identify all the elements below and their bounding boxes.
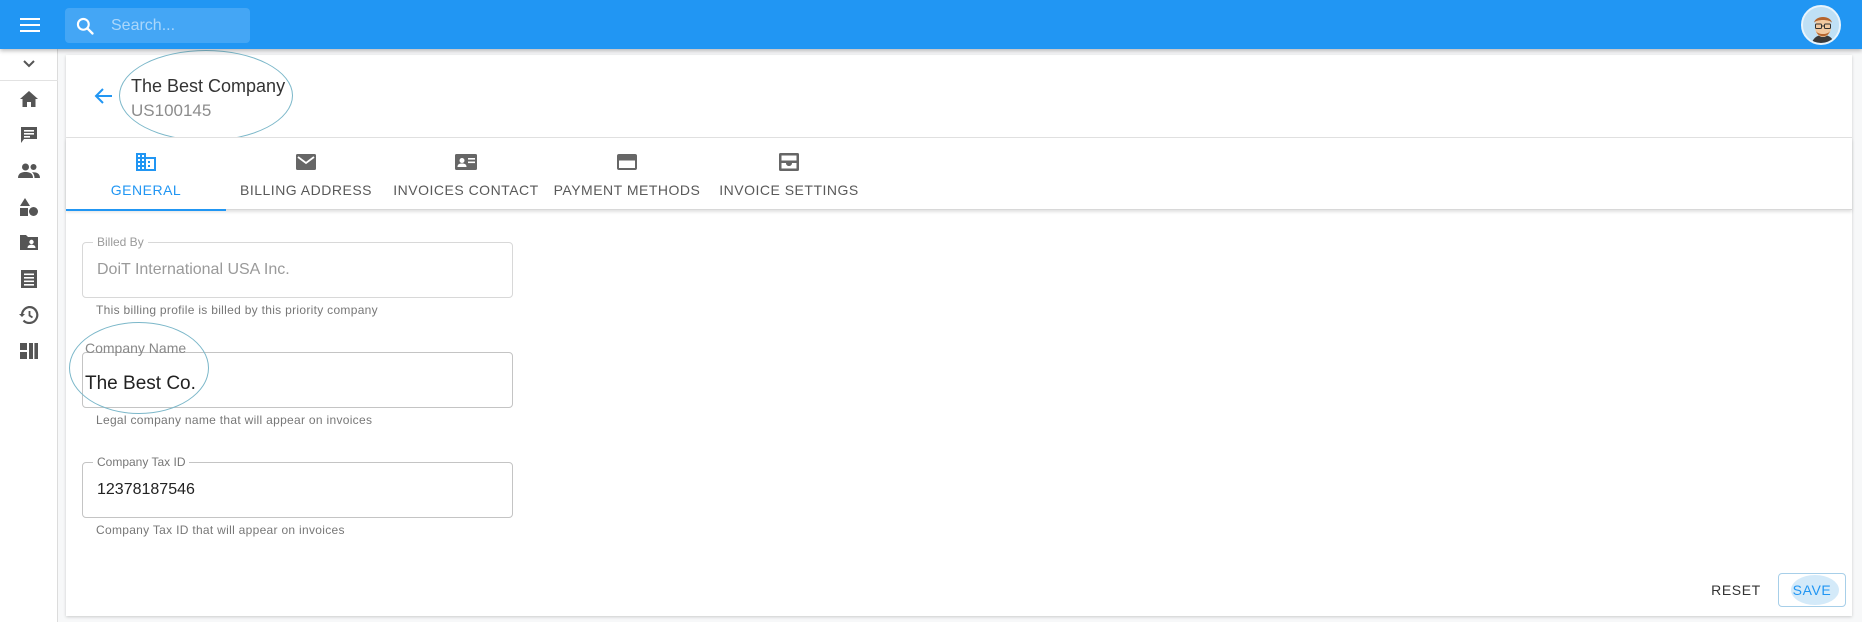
company-id: US100145: [131, 101, 212, 120]
sidebar-nav: [0, 49, 58, 622]
sidebar-item-assets[interactable]: [17, 197, 41, 221]
tab-bar: General Billing Address Invoices Contact…: [66, 138, 1852, 211]
sidebar-collapse-toggle[interactable]: [0, 49, 58, 81]
hamburger-menu-icon[interactable]: [16, 13, 44, 37]
reset-button[interactable]: Reset: [1703, 580, 1769, 600]
save-button[interactable]: Save: [1778, 573, 1846, 607]
sidebar-item-home[interactable]: [17, 89, 41, 113]
sidebar-item-dashboards[interactable]: [17, 341, 41, 365]
company-name-helper: Legal company name that will appear on i…: [96, 413, 373, 427]
tax-id-input[interactable]: [97, 477, 497, 503]
inbox-icon: [778, 150, 800, 174]
search-icon: [65, 16, 105, 36]
chat-icon: [20, 126, 38, 149]
sidebar-item-messages[interactable]: [17, 125, 41, 149]
sidebar-item-history[interactable]: [17, 305, 41, 329]
folder-account-icon: [19, 234, 39, 256]
search-input[interactable]: [111, 16, 241, 35]
list-document-icon: [21, 269, 37, 293]
contact-card-icon: [454, 150, 478, 174]
dashboard-icon: [20, 342, 38, 364]
user-avatar[interactable]: [1801, 5, 1841, 45]
history-icon: [19, 305, 39, 329]
tax-id-helper: Company Tax ID that will appear on invoi…: [96, 523, 345, 537]
tab-payment-methods[interactable]: Payment Methods: [546, 138, 708, 210]
tab-invoice-settings-label: Invoice Settings: [719, 182, 859, 198]
billed-by-field: Billed By: [82, 235, 513, 298]
tab-general-label: General: [110, 182, 182, 198]
company-title: The Best Company: [131, 76, 286, 96]
tax-id-field[interactable]: Company Tax ID: [82, 455, 513, 518]
home-icon: [19, 90, 39, 113]
tab-payment-methods-label: Payment Methods: [553, 182, 701, 198]
company-name-value[interactable]: The Best Co.: [85, 373, 196, 395]
billed-by-helper: This billing profile is billed by this p…: [96, 303, 378, 317]
tax-id-label: Company Tax ID: [93, 455, 190, 469]
domain-icon: [135, 150, 157, 174]
mail-icon: [295, 150, 317, 174]
sidebar-item-invoices[interactable]: [17, 269, 41, 293]
top-app-bar: [0, 0, 1862, 49]
search-bar[interactable]: [65, 8, 250, 43]
sidebar-item-customers[interactable]: [17, 161, 41, 185]
avatar-illustration: [1803, 7, 1839, 43]
company-name-label: Company Name: [85, 340, 187, 356]
shapes-icon: [19, 197, 39, 222]
tab-invoices-contact[interactable]: Invoices Contact: [386, 138, 546, 210]
sidebar-item-contracts[interactable]: [17, 233, 41, 257]
credit-card-icon: [616, 150, 638, 174]
billed-by-input: [97, 257, 497, 283]
billed-by-label: Billed By: [93, 235, 148, 249]
tab-invoices-contact-label: Invoices Contact: [393, 182, 539, 198]
people-icon: [18, 163, 40, 184]
back-arrow-icon[interactable]: [92, 84, 116, 108]
tab-billing-address-label: Billing Address: [240, 182, 372, 198]
tab-invoice-settings[interactable]: Invoice Settings: [708, 138, 870, 210]
chevron-down-icon: [22, 56, 36, 74]
tab-billing-address[interactable]: Billing Address: [226, 138, 386, 210]
tab-general[interactable]: General: [66, 138, 226, 211]
